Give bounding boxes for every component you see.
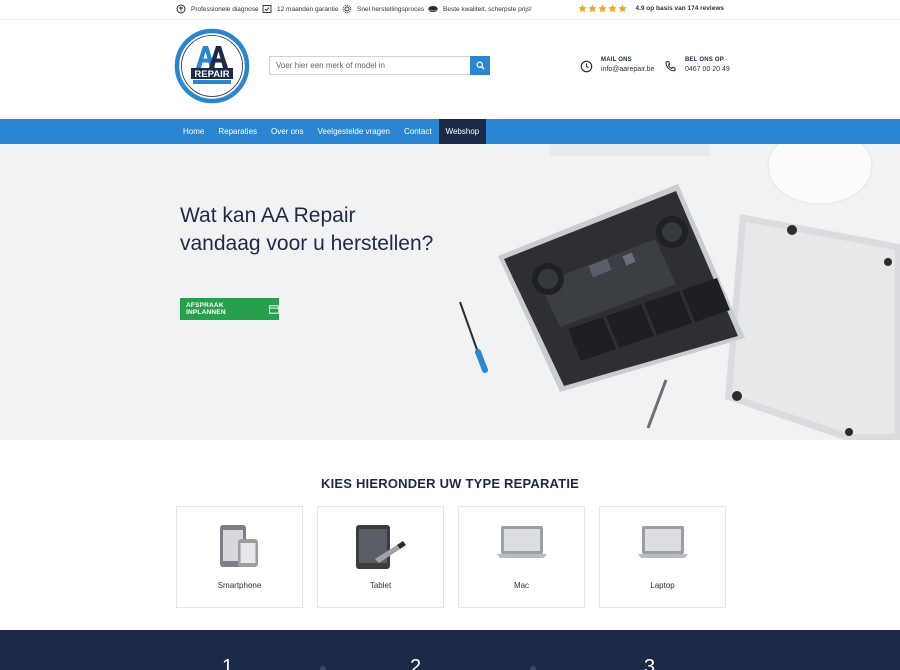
phone-icon — [665, 61, 676, 72]
nav-item-webshop[interactable]: Webshop — [438, 119, 487, 144]
svg-text:REPAIR: REPAIR — [194, 69, 229, 80]
hero-section: Wat kan AA Repair vandaag voor u herstel… — [0, 144, 900, 440]
aa-repair-logo: REPAIR — [174, 28, 250, 104]
usp-label: Snel herstellingsproces — [357, 5, 425, 13]
usp-process: Snel herstellingsproces — [342, 4, 424, 14]
usp-label: Professionele diagnose — [191, 5, 259, 13]
search-icon — [476, 61, 485, 70]
mac-icon — [496, 526, 547, 558]
step-number: 1 — [222, 656, 234, 670]
hero-image — [459, 144, 900, 440]
star-icon — [588, 4, 598, 13]
search-button[interactable] — [470, 56, 490, 75]
phone-value[interactable]: 0467 00 20 49 — [685, 66, 730, 73]
hero-title: Wat kan AA Repair vandaag voor u herstel… — [180, 204, 434, 255]
repair-card-laptop[interactable]: Laptop — [599, 506, 726, 608]
usp-quality: Beste kwaliteit, scherpste prijs! — [428, 4, 532, 14]
gear-icon — [342, 4, 352, 14]
repair-card-label: Tablet — [369, 581, 392, 590]
star-icon — [598, 4, 608, 13]
main-nav: Home Reparaties Over ons Veelgestelde vr… — [0, 119, 900, 144]
repair-card-label: Mac — [513, 581, 530, 590]
step-number: 3 — [644, 656, 656, 670]
clock-icon — [580, 60, 593, 73]
top-bar: Professionele diagnose 12 maanden garant… — [0, 0, 900, 20]
usp-warranty: 12 maanden garantie — [262, 4, 338, 14]
phone-label: BEL ONS OP — [685, 57, 724, 63]
star-icon — [578, 4, 588, 13]
repair-card-label: Smartphone — [217, 581, 262, 590]
appointment-button[interactable]: AFSPRAAK INPLANNEN — [180, 298, 279, 320]
mail-label: MAIL ONS — [601, 57, 632, 63]
site-header: REPAIR MAIL ONS info@aarepair.be BEL ONS… — [0, 20, 900, 119]
repair-card-mac[interactable]: Mac — [458, 506, 585, 608]
repair-card-smartphone[interactable]: Smartphone — [176, 506, 303, 608]
tablet-icon — [355, 525, 406, 569]
calendar-icon — [268, 304, 279, 314]
usp-diagnose: Professionele diagnose — [176, 4, 259, 14]
appointment-label: AFSPRAAK INPLANNEN — [186, 302, 226, 316]
repair-type-list: Smartphone Tablet Mac Laptop — [176, 506, 726, 608]
smartphone-icon — [219, 525, 258, 567]
step-connector — [530, 666, 536, 670]
nav-item-contact[interactable]: Contact — [397, 119, 439, 144]
search-input[interactable] — [269, 56, 470, 75]
review-rating[interactable]: 4.9 op basis van 174 reviews — [578, 4, 724, 13]
nav-item-over-ons[interactable]: Over ons — [264, 119, 310, 144]
rating-text: 4.9 op basis van 174 reviews — [635, 5, 724, 12]
rating-stars — [578, 4, 628, 13]
diagnose-icon — [176, 4, 186, 14]
step-number: 2 — [410, 656, 422, 670]
logo[interactable]: REPAIR — [174, 28, 250, 104]
search-bar — [269, 56, 490, 75]
usp-label: Beste kwaliteit, scherpste prijs! — [443, 5, 532, 13]
usp-label: 12 maanden garantie — [277, 5, 339, 13]
repair-card-label: Laptop — [650, 581, 675, 590]
laptop-icon — [637, 526, 688, 558]
warranty-icon — [262, 5, 272, 13]
nav-item-home[interactable]: Home — [176, 119, 211, 144]
nav-item-reparaties[interactable]: Reparaties — [211, 119, 264, 144]
star-icon — [618, 4, 628, 13]
repair-card-tablet[interactable]: Tablet — [317, 506, 444, 608]
repairs-title: KIES HIERONDER UW TYPE REPARATIE — [321, 476, 579, 491]
nav-item-faq[interactable]: Veelgestelde vragen — [311, 119, 398, 144]
steps-section: 1 2 3 — [0, 630, 900, 670]
phone-contact[interactable]: BEL ONS OP 0467 00 20 49 — [664, 57, 730, 73]
coin-icon — [428, 5, 438, 13]
step-connector — [320, 666, 326, 670]
mail-value[interactable]: info@aarepair.be — [601, 66, 654, 73]
mail-contact[interactable]: MAIL ONS info@aarepair.be — [580, 57, 654, 73]
star-icon — [608, 4, 618, 13]
